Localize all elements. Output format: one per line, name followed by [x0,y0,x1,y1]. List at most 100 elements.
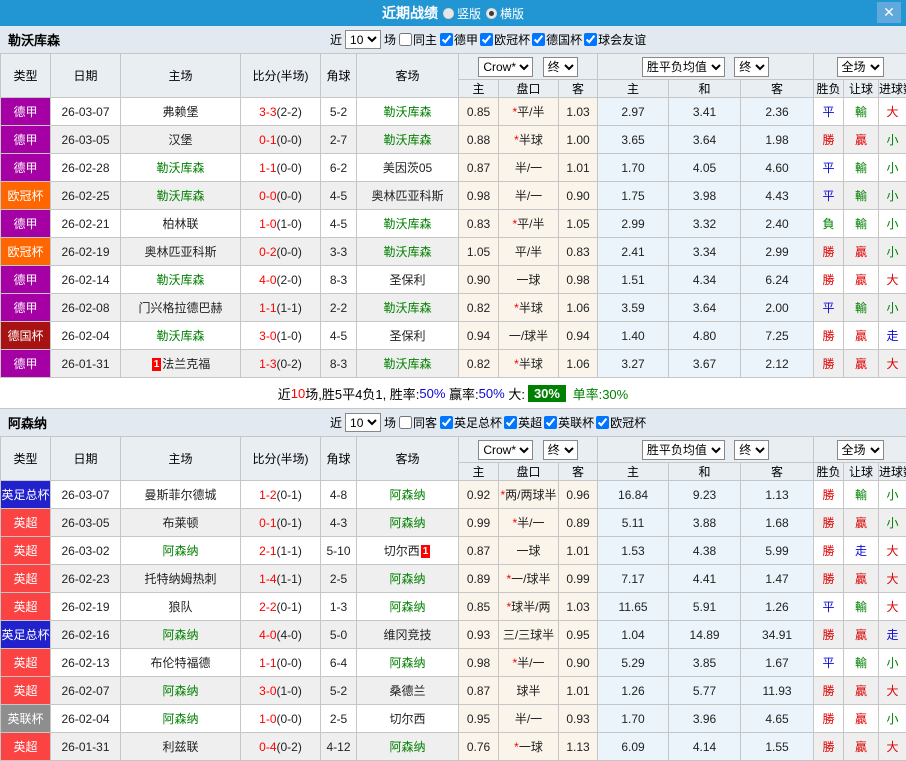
same-venue-filter[interactable]: 同客 [399,414,437,431]
league-checkbox[interactable] [596,416,609,429]
away-odds: 0.90 [559,182,598,210]
league-checkbox[interactable] [584,33,597,46]
result-flag: 勝 [814,350,844,378]
goals-result-flag: 小 [879,154,906,182]
dialog-title: 近期战绩 [382,3,438,23]
handicap-result-flag: 贏 [844,677,879,705]
avg-draw-odds: 3.41 [669,98,741,126]
radio-vertical-label: 竖版 [457,5,481,22]
league-checkbox[interactable] [440,33,453,46]
layout-radio-vertical[interactable]: 竖版 [443,5,481,22]
league-checkbox[interactable] [480,33,493,46]
league-filter[interactable]: 欧冠杯 [480,31,530,48]
avg-away-odds: 4.43 [741,182,814,210]
handicap-result-flag: 贏 [844,509,879,537]
league-filter[interactable]: 英足总杯 [440,414,502,431]
home-team: 勒沃库森 [121,266,241,294]
odds-time-select[interactable]: 终 [543,440,578,460]
handicap-result-flag: 輸 [844,210,879,238]
result-flag: 負 [814,210,844,238]
avg-group-header: 胜平负均值 终 [598,437,814,463]
home-team: 阿森纳 [121,677,241,705]
competition-badge: 英足总杯 [1,621,51,649]
home-odds: 0.95 [459,705,499,733]
result-flag: 勝 [814,126,844,154]
fulltime-score: 1-4 [259,572,276,586]
team-name: 美因茨05 [383,161,432,175]
same-venue-checkbox[interactable] [399,33,412,46]
avg-time-select[interactable]: 终 [734,440,769,460]
bookmaker-select[interactable]: Crow* [478,57,533,77]
scope-select[interactable]: 全场 [837,440,884,460]
same-venue-filter[interactable]: 同主 [399,31,437,48]
same-venue-label: 同客 [413,414,437,431]
away-odds: 1.00 [559,126,598,154]
col-avg-home: 主 [598,80,669,98]
layout-radio-horizontal[interactable]: 横版 [486,5,524,22]
team-name: 托特纳姆热刺 [144,572,216,586]
league-filter[interactable]: 球会友谊 [584,31,646,48]
avg-draw-odds: 3.98 [669,182,741,210]
avg-select[interactable]: 胜平负均值 [642,440,725,460]
goals-result-flag: 大 [879,266,906,294]
handicap: *半球 [499,126,559,154]
league-filter[interactable]: 英联杯 [544,414,594,431]
avg-time-select[interactable]: 终 [734,57,769,77]
league-filter[interactable]: 英超 [504,414,542,431]
match-date: 26-02-19 [51,238,121,266]
score-cell: 2-2(0-1) [241,593,321,621]
corner-score: 2-5 [321,565,357,593]
scope-select[interactable]: 全场 [837,57,884,77]
avg-draw-odds: 4.34 [669,266,741,294]
halftime-score: (0-1) [277,516,302,530]
close-button[interactable]: ✕ [877,2,901,23]
recent-count-select[interactable]: 10 [345,30,381,49]
team-name: 勒沃库森 [383,301,431,315]
fulltime-score: 3-3 [259,105,276,119]
home-team: 勒沃库森 [121,322,241,350]
avg-select[interactable]: 胜平负均值 [642,57,725,77]
handicap: 平/半 [499,238,559,266]
league-filter[interactable]: 德国杯 [532,31,582,48]
odds-time-select[interactable]: 终 [543,57,578,77]
fulltime-score: 0-1 [259,133,276,147]
halftime-score: (0-2) [277,357,302,371]
league-checkbox[interactable] [504,416,517,429]
league-filter[interactable]: 欧冠杯 [596,414,646,431]
radio-unchecked-icon[interactable] [443,8,454,19]
handicap: *一球 [499,733,559,761]
avg-home-odds: 1.04 [598,621,669,649]
recent-count-select[interactable]: 10 [345,413,381,432]
team-name: 勒沃库森 [383,105,431,119]
bookmaker-select[interactable]: Crow* [478,440,533,460]
match-date: 26-03-07 [51,481,121,509]
avg-away-odds: 4.60 [741,154,814,182]
league-filter[interactable]: 德甲 [440,31,478,48]
avg-home-odds: 1.26 [598,677,669,705]
score-cell: 1-1(0-0) [241,154,321,182]
match-date: 26-02-23 [51,565,121,593]
halftime-score: (1-1) [277,301,302,315]
goals-result-flag: 大 [879,98,906,126]
away-team: 勒沃库森 [357,98,459,126]
league-checkbox[interactable] [440,416,453,429]
col-goals: 进球数 [879,463,906,481]
team-name: 阿森纳 [389,572,425,586]
home-team: 1法兰克福 [121,350,241,378]
avg-home-odds: 1.53 [598,537,669,565]
team-name: 切尔西 [384,544,420,558]
league-checkbox[interactable] [544,416,557,429]
match-row: 欧冠杯26-02-25勒沃库森0-0(0-0)4-5奥林匹亚科斯0.98半/一0… [1,182,906,210]
corner-score: 8-3 [321,266,357,294]
goals-result-flag: 小 [879,705,906,733]
home-odds: 0.76 [459,733,499,761]
match-date: 26-02-28 [51,154,121,182]
star-marker: * [514,301,519,315]
fulltime-score: 1-1 [259,161,276,175]
away-team: 阿森纳 [357,733,459,761]
result-flag: 勝 [814,621,844,649]
same-venue-checkbox[interactable] [399,416,412,429]
fulltime-score: 1-2 [259,488,276,502]
radio-checked-icon[interactable] [486,8,497,19]
league-checkbox[interactable] [532,33,545,46]
